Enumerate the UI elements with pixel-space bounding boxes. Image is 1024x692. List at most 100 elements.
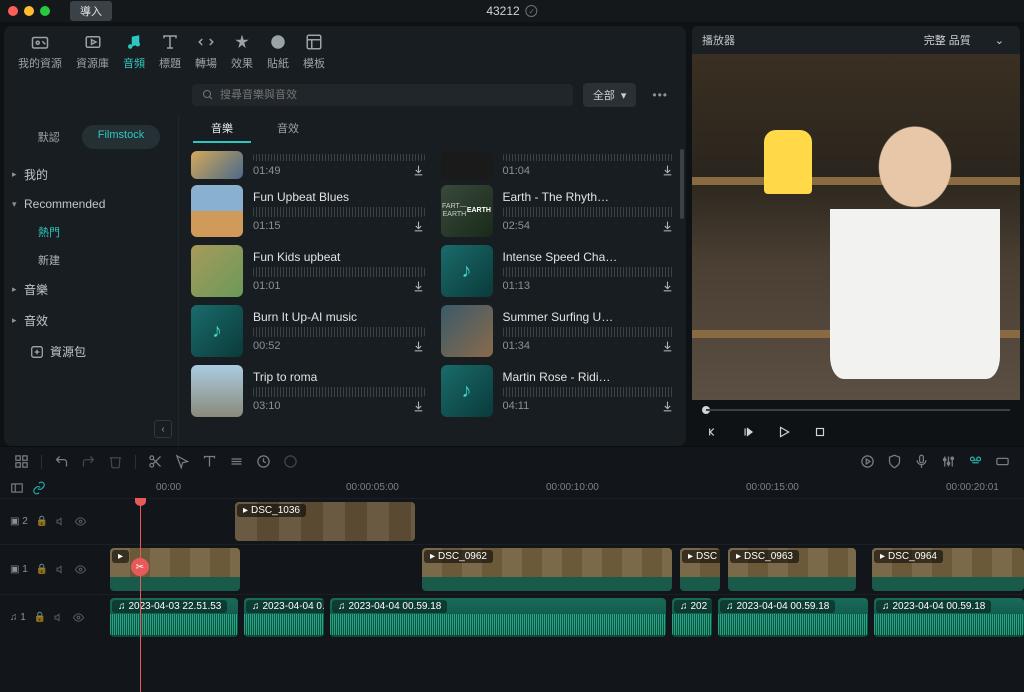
audio-item[interactable]: FART—EARTHEARTHEarth - The Rhyth…02:54 — [439, 181, 677, 241]
content-tab-music[interactable]: 音樂 — [193, 115, 251, 143]
audio-item[interactable]: Fun Kids upbeat01:01 — [189, 241, 427, 301]
track-body[interactable]: ▸DSC_1036 — [100, 499, 1024, 544]
nav-fx[interactable]: 效果 — [231, 32, 253, 71]
link-icon[interactable] — [32, 481, 46, 495]
audio-item[interactable]: ♪Intense Speed Cha…01:13 — [439, 241, 677, 301]
download-icon[interactable] — [661, 340, 674, 353]
download-icon[interactable] — [661, 400, 674, 413]
nav-audio[interactable]: 音頻 — [123, 32, 145, 71]
download-icon[interactable] — [412, 164, 425, 177]
download-icon[interactable] — [661, 280, 674, 293]
window-minimize[interactable] — [24, 6, 34, 16]
side-tab-default[interactable]: 默認 — [22, 125, 76, 149]
text-button[interactable] — [202, 454, 217, 469]
preview-progress[interactable] — [692, 400, 1020, 416]
track-panel-icon[interactable] — [10, 481, 24, 495]
clip[interactable]: ♫2023-04-04 00.59.18 — [718, 598, 868, 637]
cursor-button[interactable] — [175, 454, 190, 469]
split-button[interactable] — [148, 454, 163, 469]
audio-item[interactable]: Fun Upbeat Blues01:15 — [189, 181, 427, 241]
layout-icon[interactable] — [14, 454, 29, 469]
import-button[interactable]: 導入 — [70, 1, 112, 21]
nav-tmpl[interactable]: 模板 — [303, 32, 325, 71]
marker-button[interactable] — [860, 454, 875, 469]
preview-viewport[interactable] — [692, 54, 1020, 400]
download-icon[interactable] — [661, 164, 674, 177]
prev-frame-button[interactable] — [702, 422, 722, 442]
download-icon[interactable] — [412, 340, 425, 353]
clip[interactable]: ▸DSC — [680, 548, 720, 591]
track-head[interactable]: ▣ 2🔒 — [0, 499, 100, 544]
mic-icon[interactable] — [914, 454, 929, 469]
eye-icon[interactable] — [75, 564, 86, 575]
clip[interactable]: ▸ — [110, 548, 240, 591]
timeline-track[interactable]: ▣ 1🔒▸▸DSC_0962▸DSC▸DSC_0963▸DSC_0964 — [0, 544, 1024, 594]
nav-my[interactable]: 我的資源 — [18, 32, 62, 71]
undo-button[interactable] — [54, 454, 69, 469]
nav-trans[interactable]: 轉場 — [195, 32, 217, 71]
timeline-track[interactable]: ▣ 2🔒 ▸DSC_1036 — [0, 498, 1024, 544]
nav-sticker[interactable]: 貼紙 — [267, 32, 289, 71]
clip[interactable]: ▸DSC_0963 — [728, 548, 856, 591]
tree-recommended[interactable]: Recommended — [4, 190, 178, 218]
lock-icon[interactable]: 🔒 — [36, 516, 48, 527]
stop-button[interactable] — [810, 422, 830, 442]
clip[interactable]: ♫2023-04-04 0… — [244, 598, 324, 637]
speed-button[interactable] — [256, 454, 271, 469]
eye-icon[interactable] — [73, 612, 84, 623]
download-icon[interactable] — [412, 220, 425, 233]
audio-item[interactable]: Summer Surfing U…01:34 — [439, 301, 677, 361]
magnet-icon[interactable] — [968, 454, 983, 469]
playhead[interactable] — [140, 498, 141, 692]
clip[interactable]: ♫2023-04-03 22.51.53 — [110, 598, 238, 637]
filter-all-dropdown[interactable]: 全部 ▾ — [583, 83, 637, 107]
audio-item[interactable]: ♪Martin Rose - Ridi…04:11 — [439, 361, 677, 421]
content-tab-sfx[interactable]: 音效 — [259, 115, 317, 143]
audio-item[interactable]: 01:04 — [439, 147, 677, 181]
eye-icon[interactable] — [75, 516, 86, 527]
tree-mine[interactable]: 我的 — [4, 159, 178, 190]
expand-icon[interactable] — [995, 454, 1010, 469]
mixer-icon[interactable] — [941, 454, 956, 469]
audio-item[interactable]: ♪Burn It Up-AI music00:52 — [189, 301, 427, 361]
audio-item[interactable]: Trip to roma03:10 — [189, 361, 427, 421]
play-button[interactable] — [774, 422, 794, 442]
nav-lib[interactable]: 資源庫 — [76, 32, 109, 71]
clip[interactable]: ♫2023-04-04 00.59.18 — [874, 598, 1024, 637]
window-close[interactable] — [8, 6, 18, 16]
tree-music[interactable]: 音樂 — [4, 274, 178, 305]
track-head[interactable]: ♫ 1🔒 — [0, 595, 100, 640]
step-frame-button[interactable] — [738, 422, 758, 442]
collapse-sidebar-button[interactable]: ‹ — [154, 420, 172, 438]
track-head[interactable]: ▣ 1🔒 — [0, 545, 100, 594]
window-zoom[interactable] — [40, 6, 50, 16]
clip[interactable]: ▸DSC_0962 — [422, 548, 672, 591]
tree-resource-pack[interactable]: 資源包 — [4, 336, 178, 367]
clip[interactable]: ♫2023-04-04 00.59.18 — [330, 598, 666, 637]
track-body[interactable]: ▸▸DSC_0962▸DSC▸DSC_0963▸DSC_0964 — [100, 545, 1024, 594]
shield-icon[interactable] — [887, 454, 902, 469]
clip[interactable]: ♫202 — [672, 598, 712, 637]
cut-marker[interactable]: ✂ — [131, 558, 149, 576]
nav-title[interactable]: 標題 — [159, 32, 181, 71]
clip[interactable]: ▸DSC_1036 — [235, 502, 415, 541]
redo-button[interactable] — [81, 454, 96, 469]
lock-icon[interactable]: 🔒 — [34, 612, 46, 623]
mute-icon[interactable] — [54, 612, 65, 623]
scrollbar[interactable] — [680, 149, 684, 219]
audio-item[interactable]: 01:49 — [189, 147, 427, 181]
tree-sfx[interactable]: 音效 — [4, 305, 178, 336]
download-icon[interactable] — [661, 220, 674, 233]
download-icon[interactable] — [412, 400, 425, 413]
crop-button[interactable] — [229, 454, 244, 469]
tree-new[interactable]: 新建 — [4, 246, 178, 274]
quality-dropdown[interactable]: 完整 品質 ⌄ — [924, 32, 1010, 48]
delete-button[interactable] — [108, 454, 123, 469]
more-menu[interactable]: ••• — [646, 88, 674, 102]
track-body[interactable]: ♫2023-04-03 22.51.53♫2023-04-04 0…♫2023-… — [100, 595, 1024, 640]
side-tab-filmstock[interactable]: Filmstock — [82, 125, 160, 149]
search-input-wrap[interactable] — [192, 84, 573, 106]
color-button[interactable] — [283, 454, 298, 469]
mute-icon[interactable] — [56, 516, 67, 527]
tree-hot[interactable]: 熱門 — [4, 218, 178, 246]
